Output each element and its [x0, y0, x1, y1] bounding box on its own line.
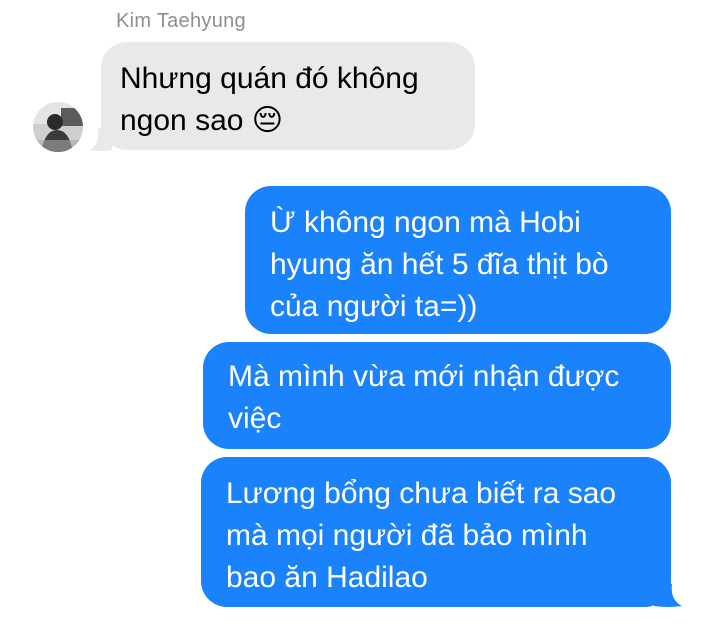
message-text: Mà mình vừa mới nhận được việc — [228, 360, 620, 435]
outgoing-bubble-tail — [654, 584, 682, 607]
avatar-photo — [33, 102, 83, 152]
message-text: Nhưng quán đó không ngon sao 😔 — [120, 62, 419, 137]
message-bubble-outgoing[interactable]: Mà mình vừa mới nhận được việc — [203, 342, 671, 449]
message-bubble-incoming[interactable]: Nhưng quán đó không ngon sao 😔 — [101, 42, 475, 150]
message-bubble-outgoing[interactable]: Ừ không ngon mà Hobi hyung ăn hết 5 đĩa … — [245, 186, 671, 334]
contact-name: Kim Taehyung — [116, 10, 246, 32]
message-text: Ừ không ngon mà Hobi hyung ăn hết 5 đĩa … — [270, 206, 609, 323]
contact-avatar[interactable] — [33, 102, 83, 152]
message-text: Lương bổng chưa biết ra sao mà mọi người… — [226, 477, 617, 594]
message-bubble-outgoing[interactable]: Lương bổng chưa biết ra sao mà mọi người… — [201, 457, 671, 607]
